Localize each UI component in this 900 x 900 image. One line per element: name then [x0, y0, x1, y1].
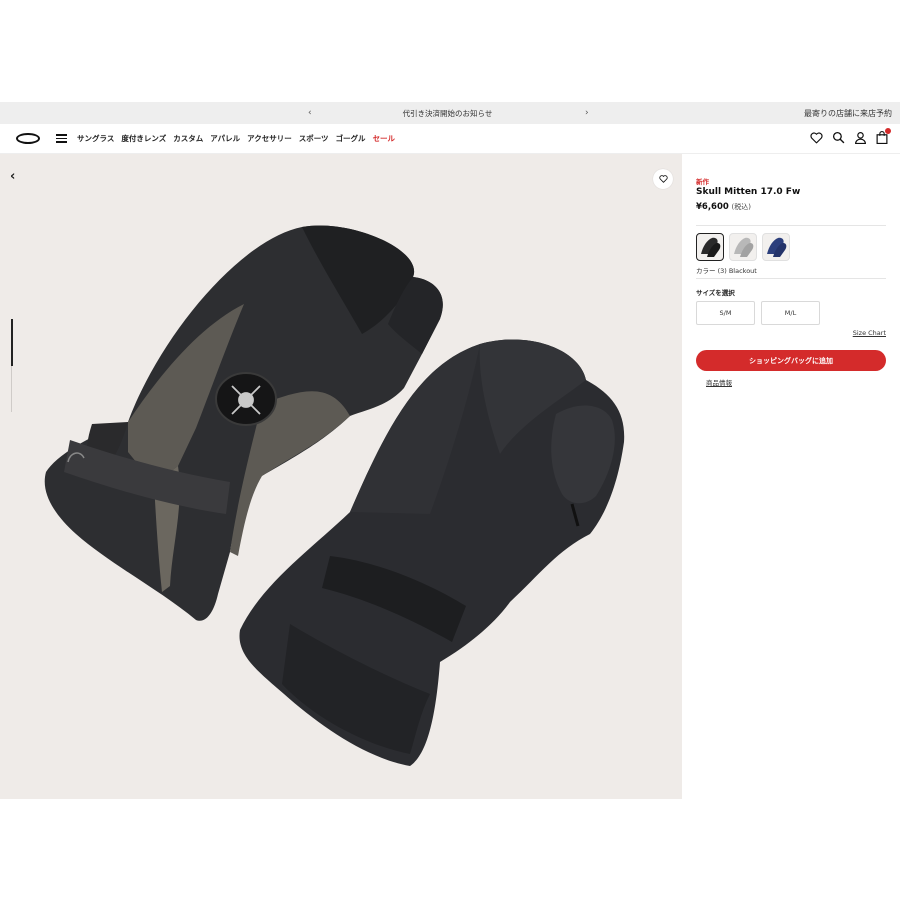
swatch-navy[interactable]: [762, 233, 790, 261]
menu-item-goggles[interactable]: ゴーグル: [336, 133, 366, 144]
bag-notification-dot: [885, 128, 891, 134]
heart-icon[interactable]: [810, 131, 823, 144]
menu-item-sports[interactable]: スポーツ: [299, 133, 329, 144]
product-info-link[interactable]: 商品情報: [706, 377, 732, 387]
product-info-panel: 新作 Skull Mitten 17.0 Fw ¥6,600 (税込) カラー …: [682, 154, 900, 799]
store-reservation-link[interactable]: 最寄りの店舗に来店予約: [804, 108, 892, 119]
menu-item-prescription-lenses[interactable]: 度付きレンズ: [121, 133, 166, 144]
product-page: ‹ 代引き決済開始のお知らせ › 最寄りの店舗に来店予約 サングラス 度付きレン…: [0, 0, 900, 900]
shopping-bag-button[interactable]: [876, 128, 891, 144]
size-title: サイズを選択: [696, 289, 735, 297]
add-to-bag-button[interactable]: ショッピングバッグに追加: [696, 350, 886, 371]
size-option-sm[interactable]: S/M: [696, 301, 755, 325]
menu-item-accessories[interactable]: アクセサリー: [247, 133, 292, 144]
mitten-thumbnail-icon: [767, 237, 787, 257]
divider: [696, 225, 886, 226]
search-icon[interactable]: [832, 131, 845, 144]
oakley-logo[interactable]: [16, 133, 40, 144]
announcement-bar: ‹ 代引き決済開始のお知らせ › 最寄りの店舗に来店予約: [0, 102, 900, 124]
wishlist-button[interactable]: [653, 169, 673, 189]
announcement-prev-button[interactable]: ‹: [308, 107, 312, 119]
swatch-grey[interactable]: [729, 233, 757, 261]
new-badge: 新作: [696, 178, 709, 186]
announcement-message[interactable]: 代引き決済開始のお知らせ: [330, 108, 565, 119]
category-menu: サングラス 度付きレンズ カスタム アパレル アクセサリー スポーツ ゴーグル …: [77, 133, 395, 144]
product-price: ¥6,600 (税込): [696, 202, 751, 212]
product-image: [44, 225, 625, 766]
size-chart-link[interactable]: Size Chart: [853, 329, 886, 337]
menu-item-apparel[interactable]: アパレル: [210, 133, 240, 144]
main-nav: サングラス 度付きレンズ カスタム アパレル アクセサリー スポーツ ゴーグル …: [0, 124, 900, 154]
product-title: Skull Mitten 17.0 Fw: [696, 187, 801, 197]
size-option-ml[interactable]: M/L: [761, 301, 820, 325]
announcement-next-button[interactable]: ›: [585, 107, 589, 119]
price-value: ¥6,600: [696, 202, 729, 212]
color-label: カラー (3) Blackout: [696, 267, 757, 275]
product-gallery[interactable]: ‹: [0, 154, 682, 799]
divider: [696, 278, 886, 279]
menu-item-custom[interactable]: カスタム: [173, 133, 203, 144]
nav-icons: [810, 128, 891, 144]
heart-icon: [658, 175, 668, 183]
mitten-thumbnail-icon: [734, 237, 754, 257]
gallery-scroll-thumb[interactable]: [11, 319, 13, 366]
tax-note: (税込): [731, 203, 751, 211]
back-button[interactable]: ‹: [10, 170, 15, 183]
menu-item-sale[interactable]: セール: [373, 133, 396, 144]
swatch-blackout[interactable]: [696, 233, 724, 261]
mitten-thumbnail-icon: [701, 237, 721, 257]
account-icon[interactable]: [854, 131, 867, 144]
hamburger-menu-icon[interactable]: [56, 134, 67, 143]
color-swatches: [696, 233, 790, 261]
menu-item-sunglasses[interactable]: サングラス: [77, 133, 114, 144]
